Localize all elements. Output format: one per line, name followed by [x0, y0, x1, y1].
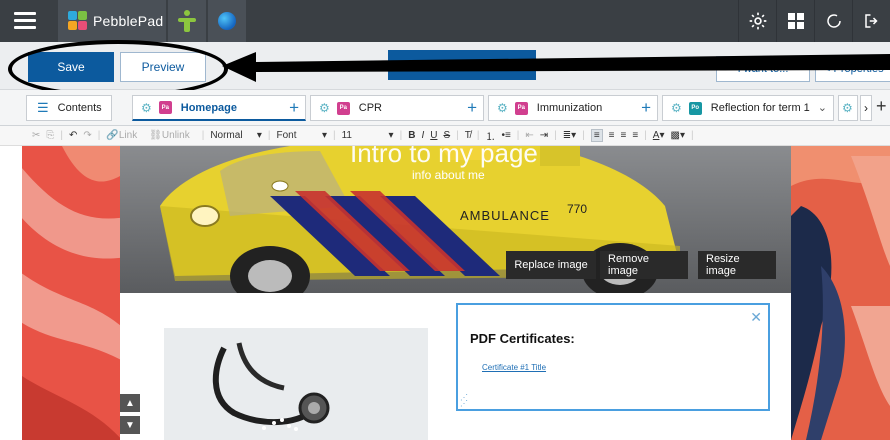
block-format-icon[interactable]: ≣▾ — [563, 130, 576, 141]
tab-reflection[interactable]: ⚙ Po Reflection for term 1 ⌄ — [662, 95, 834, 121]
tab-overflow[interactable]: ⚙ — [838, 95, 858, 121]
tab-contents[interactable]: ☰ Contents — [26, 95, 112, 121]
page-badge-icon: Pa — [336, 101, 350, 115]
size-value: 11 — [341, 130, 352, 141]
tab-homepage[interactable]: ⚙ Pa Homepage + — [132, 95, 306, 121]
globe-icon — [218, 12, 236, 30]
tab-scroll-right[interactable]: › — [860, 95, 872, 121]
brand-name: PebblePad — [93, 13, 164, 29]
chevron-right-icon: › — [864, 101, 868, 115]
numbered-list-icon[interactable]: ⒈ — [485, 128, 495, 143]
history-icon — [826, 14, 841, 28]
close-icon[interactable]: ✕ — [750, 309, 762, 326]
undo-icon[interactable]: ↶ — [69, 130, 77, 141]
outdent-icon[interactable]: ⇤ — [525, 130, 533, 141]
truck-number: 770 — [567, 202, 587, 216]
pebblepad-logo-icon — [68, 11, 88, 31]
hero-banner-image[interactable]: AMBULANCE 770 Intro to my page info abou… — [120, 146, 791, 293]
redo-icon[interactable]: ↷ — [83, 130, 91, 141]
tab-cpr[interactable]: ⚙ Pa CPR + — [310, 95, 484, 121]
grid-icon — [787, 13, 804, 29]
unlink-button[interactable]: ⛓Unlink — [149, 130, 196, 141]
add-icon[interactable]: + — [289, 98, 299, 118]
link-button[interactable]: 🔗Link — [106, 130, 143, 141]
chevron-up-icon: ▲ — [125, 397, 135, 409]
tab-label: Contents — [57, 102, 102, 114]
apps-grid-button[interactable] — [776, 0, 814, 42]
tab-label: Homepage — [180, 101, 238, 114]
gear-icon: ⚙ — [319, 101, 330, 115]
bold-button[interactable]: B — [408, 130, 415, 141]
text-color-icon[interactable]: A▾ — [653, 130, 665, 141]
align-left-icon[interactable]: ≡ — [590, 129, 603, 142]
tab-label: Immunization — [536, 102, 603, 114]
background-color-icon[interactable]: ▩▾ — [671, 130, 685, 141]
indent-icon[interactable]: ⇥ — [540, 130, 548, 141]
font-select[interactable]: Font ▾ — [277, 130, 327, 141]
clear-format-icon[interactable]: T̸ — [465, 130, 471, 141]
gear-icon: ⚙ — [671, 101, 682, 115]
replace-image-button[interactable]: Replace image — [506, 251, 596, 279]
copy-icon[interactable]: ⎘ — [46, 130, 54, 141]
font-size-select[interactable]: 11 ▾ — [342, 130, 394, 141]
add-page-button[interactable]: + — [876, 96, 887, 117]
page-canvas: AMBULANCE 770 Intro to my page info abou… — [0, 146, 890, 440]
add-icon[interactable]: + — [641, 98, 651, 118]
link-label: Link — [118, 130, 138, 141]
font-value: Font — [276, 130, 297, 141]
certificate-link[interactable]: Certificate #1 Title — [482, 363, 546, 372]
underline-button[interactable]: U — [430, 130, 437, 141]
top-app-bar: PebblePad — [0, 0, 890, 42]
annotation-arrow — [222, 52, 890, 82]
exit-button[interactable] — [852, 0, 890, 42]
gear-icon: ⚙ — [141, 100, 152, 115]
right-background-art — [791, 146, 890, 440]
list-icon: ☰ — [37, 100, 49, 115]
page-badge-icon: Pa — [514, 101, 528, 115]
gear-icon: ⚙ — [497, 101, 508, 115]
align-center-icon[interactable]: ≡ — [609, 130, 615, 141]
pdf-certificates-block[interactable]: ✕ PDF Certificates: Certificate #1 Title… — [456, 303, 770, 411]
truck-text: AMBULANCE — [460, 208, 550, 223]
chevron-down-icon[interactable]: ⌄ — [818, 101, 827, 114]
hero-subtitle[interactable]: info about me — [412, 168, 485, 182]
resize-image-button[interactable]: Resize image — [698, 251, 776, 279]
italic-button[interactable]: I — [421, 130, 424, 141]
pdf-block-title[interactable]: PDF Certificates: — [470, 331, 575, 346]
page-badge-icon: Po — [688, 101, 702, 115]
app-launcher-globe[interactable] — [208, 0, 246, 42]
style-value: Normal — [210, 130, 243, 141]
exit-icon — [864, 14, 878, 28]
move-up-button[interactable]: ▲ — [120, 394, 140, 412]
gear-icon — [749, 12, 766, 30]
tab-label: CPR — [358, 102, 382, 114]
hero-title[interactable]: Intro to my page — [350, 146, 538, 169]
menu-icon[interactable] — [14, 12, 36, 30]
settings-button[interactable] — [738, 0, 776, 42]
bulleted-list-icon[interactable]: •≡ — [501, 130, 510, 141]
editor-toolbar: ✂ ⎘ | ↶ ↷ | 🔗Link ⛓Unlink | Normal ▾ | F… — [0, 126, 890, 146]
page-tab-bar: ☰ Contents ⚙ Pa Homepage + ⚙ Pa CPR + ⚙ … — [0, 90, 890, 126]
unlink-label: Unlink — [161, 130, 190, 141]
tab-label: Reflection for term 1 — [710, 102, 810, 114]
align-justify-icon[interactable]: ≡ — [632, 130, 638, 141]
chevron-down-icon: ▼ — [125, 419, 135, 431]
page-badge-icon: Pa — [158, 101, 172, 114]
paragraph-style-select[interactable]: Normal ▾ — [210, 130, 262, 141]
move-down-button[interactable]: ▼ — [120, 416, 140, 434]
gear-icon: ⚙ — [842, 101, 853, 115]
brand-logo[interactable]: PebblePad — [58, 0, 166, 42]
person-figure-icon — [178, 10, 196, 32]
add-icon[interactable]: + — [467, 98, 477, 118]
cut-icon[interactable]: ✂ — [32, 130, 40, 141]
stethoscope-image[interactable] — [164, 328, 428, 440]
left-background-art — [22, 146, 120, 440]
app-launcher-figure[interactable] — [168, 0, 206, 42]
resize-handle-icon[interactable]: ⋰ ⋰ — [460, 394, 468, 408]
tab-immunization[interactable]: ⚙ Pa Immunization + — [488, 95, 658, 121]
history-button[interactable] — [814, 0, 852, 42]
remove-image-button[interactable]: Remove image — [600, 251, 688, 279]
align-right-icon[interactable]: ≡ — [621, 130, 627, 141]
strikethrough-button[interactable]: S — [443, 130, 450, 141]
